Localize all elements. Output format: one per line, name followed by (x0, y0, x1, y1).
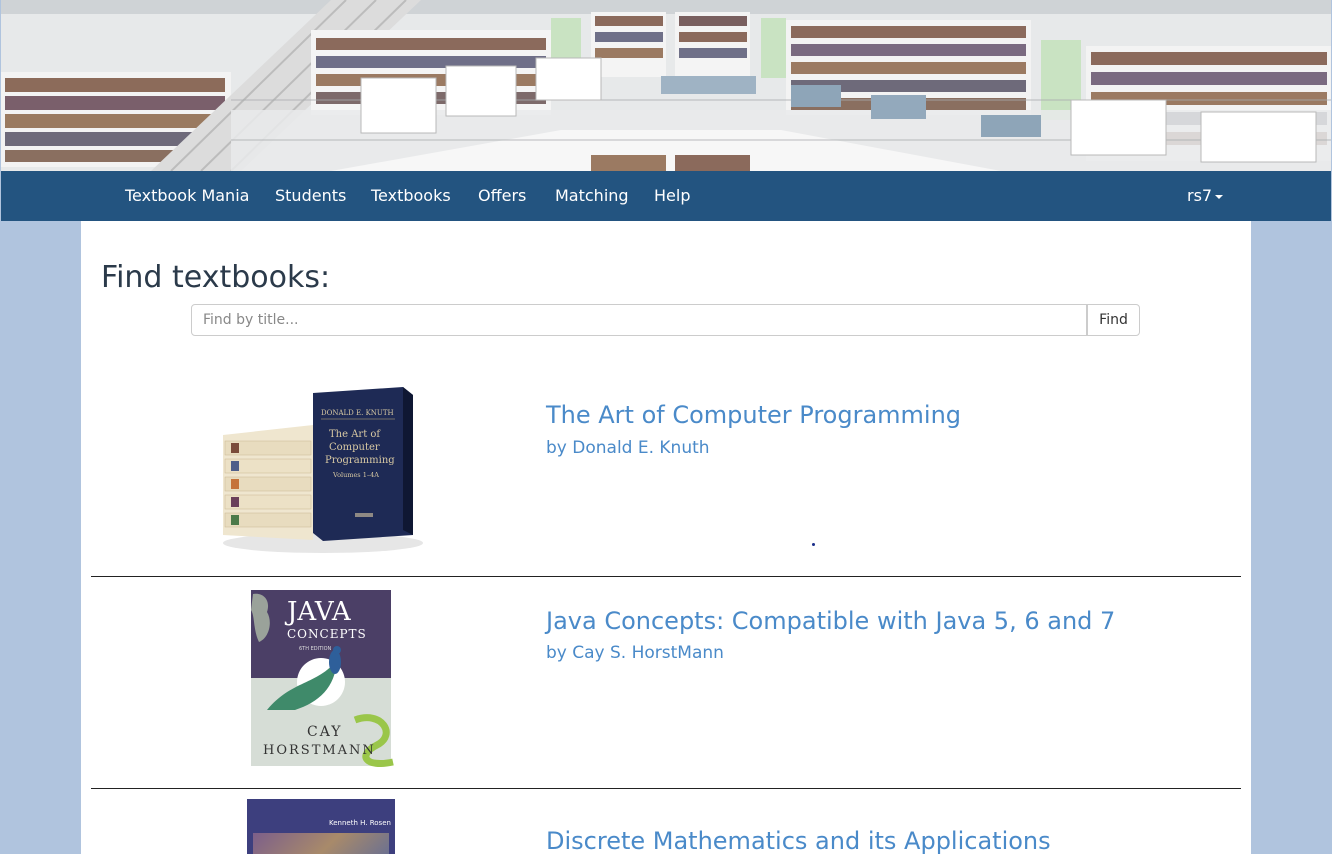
brand-link[interactable]: Textbook Mania (125, 171, 249, 221)
find-button[interactable]: Find (1087, 304, 1140, 336)
cover-author-last: HORSTMANN (263, 743, 376, 758)
cover-author-text: DONALD E. KNUTH (321, 409, 394, 417)
book-title-link[interactable]: Discrete Mathematics and its Application… (546, 826, 1051, 854)
header-banner-image (1, 0, 1331, 171)
cover-edition: 6TH EDITION (299, 646, 332, 652)
book-title-link[interactable]: Java Concepts: Compatible with Java 5, 6… (546, 606, 1115, 636)
book-cover-image[interactable]: JAVA CONCEPTS 6TH EDITION CAY HORSTMANN (247, 590, 395, 768)
nav-item-students[interactable]: Students (275, 171, 346, 221)
user-menu-dropdown[interactable]: rs7 (1187, 171, 1224, 221)
nav-item-textbooks[interactable]: Textbooks (371, 171, 451, 221)
cover-title-line-1: The Art of (329, 429, 381, 440)
cover-title-sub: CONCEPTS (287, 627, 367, 641)
cover-title-line-3: Programming (325, 455, 395, 466)
book-author: by Donald E. Knuth (546, 438, 710, 458)
top-navbar: Textbook Mania Students Textbooks Offers… (1, 171, 1331, 221)
cover-title-line-2: Computer (329, 442, 380, 453)
book-cover-image[interactable]: Kenneth H. Rosen (247, 799, 395, 854)
search-input[interactable] (191, 304, 1087, 336)
book-list-item: Kenneth H. Rosen Discrete Mathematics an… (91, 788, 1241, 854)
user-name: rs7 (1187, 186, 1213, 205)
cover-title-main: JAVA (284, 597, 352, 627)
stray-dot (812, 543, 815, 546)
nav-item-matching[interactable]: Matching (555, 171, 629, 221)
book-list-item: DONALD E. KNUTH The Art of Computer Prog… (91, 371, 1241, 577)
book-author: by Cay S. HorstMann (546, 643, 724, 663)
book-cover-image[interactable]: DONALD E. KNUTH The Art of Computer Prog… (213, 385, 425, 557)
main-content: Find textbooks: Find by title... Find DO… (81, 221, 1251, 854)
caret-down-icon (1215, 194, 1224, 199)
cover-author-first: CAY (307, 724, 343, 740)
nav-item-help[interactable]: Help (654, 171, 690, 221)
page-title: Find textbooks: (101, 260, 331, 295)
book-list-item: JAVA CONCEPTS 6TH EDITION CAY HORSTMANN … (91, 576, 1241, 789)
nav-item-offers[interactable]: Offers (478, 171, 526, 221)
cover-author-text: Kenneth H. Rosen (329, 819, 391, 827)
cover-volumes-text: Volumes 1–4A (332, 471, 379, 479)
book-title-link[interactable]: The Art of Computer Programming (546, 400, 961, 430)
